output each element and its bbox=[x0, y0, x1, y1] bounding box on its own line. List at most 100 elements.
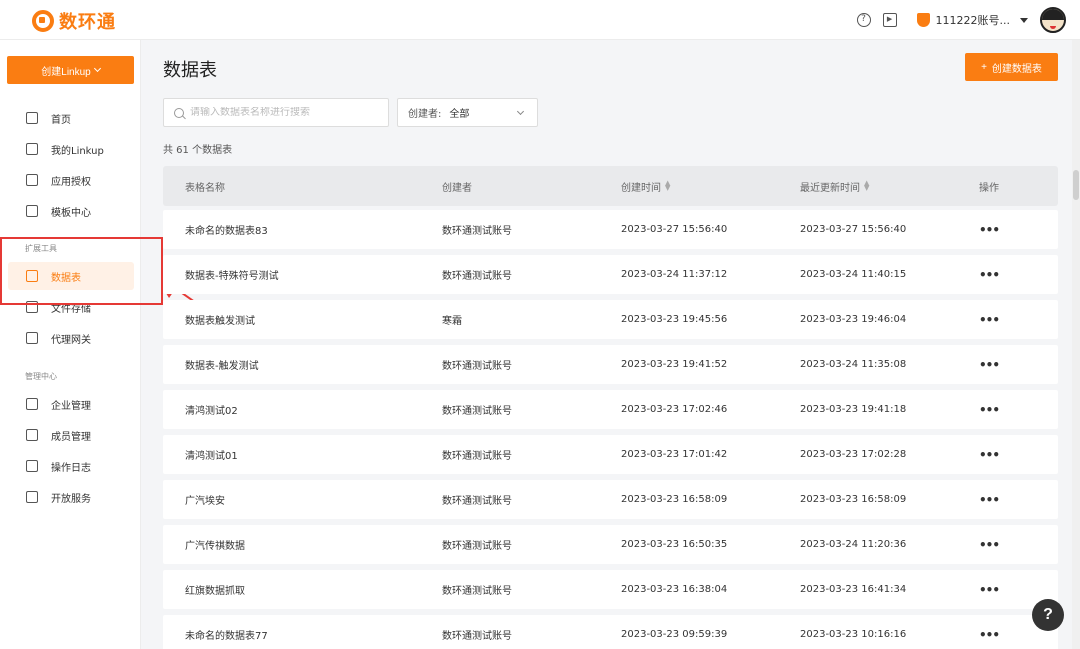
table-row[interactable]: 广汽埃安 数环通测试账号 2023-03-23 16:58:09 2023-03-23… bbox=[163, 480, 1058, 519]
scrollbar-thumb[interactable] bbox=[1073, 170, 1079, 200]
plus-icon: + bbox=[981, 61, 987, 73]
cell-updated: 2023-03-27 15:56:40 bbox=[800, 224, 907, 235]
sidebar-item-proxy-gateway[interactable]: 代理网关 bbox=[8, 324, 134, 352]
search-icon bbox=[174, 107, 184, 118]
shield-icon bbox=[916, 13, 930, 27]
more-actions-icon[interactable]: ••• bbox=[979, 300, 1000, 339]
sidebar-item-app-auth[interactable]: 应用授权 bbox=[8, 166, 134, 194]
create-datatable-label: 创建数据表 bbox=[991, 63, 1042, 75]
cell-name[interactable]: 数据表-触发测试 bbox=[185, 345, 259, 384]
more-actions-icon[interactable]: ••• bbox=[979, 480, 1000, 519]
sidebar-item-open-service[interactable]: 开放服务 bbox=[8, 483, 134, 511]
play-square-icon[interactable]: ▶ bbox=[882, 13, 897, 27]
table-row[interactable]: 数据表-特殊符号测试 数环通测试账号 2023-03-24 11:37:12 2023… bbox=[163, 255, 1058, 294]
scrollbar-track[interactable] bbox=[1072, 40, 1080, 649]
sidebar-item-members[interactable]: 成员管理 bbox=[8, 421, 134, 449]
building-icon bbox=[26, 398, 38, 410]
brand-name: 数环通 bbox=[59, 12, 116, 33]
table-row[interactable]: 数据表-触发测试 数环通测试账号 2023-03-23 19:41:52 2023-0… bbox=[163, 345, 1058, 384]
column-header-actions: 操作 bbox=[979, 182, 999, 194]
help-fab-button[interactable]: ? bbox=[1032, 599, 1064, 631]
table-row[interactable]: 清鸿测试02 数环通测试账号 2023-03-23 17:02:46 2023-03-… bbox=[163, 390, 1058, 429]
cell-created: 2023-03-23 17:02:46 bbox=[621, 404, 728, 415]
chevron-down-icon bbox=[93, 64, 101, 73]
search-box[interactable] bbox=[163, 98, 389, 127]
sidebar-item-label: 我的Linkup bbox=[51, 145, 104, 157]
sidebar-item-logs[interactable]: 操作日志 bbox=[8, 452, 134, 480]
more-actions-icon[interactable]: ••• bbox=[979, 390, 1000, 429]
share-icon bbox=[26, 491, 38, 503]
cell-created: 2023-03-27 15:56:40 bbox=[621, 224, 728, 235]
section-label-admin: 管理中心 bbox=[25, 372, 57, 381]
filter-value: 全部 bbox=[449, 109, 470, 120]
sidebar-item-label: 应用授权 bbox=[51, 176, 91, 188]
cell-updated: 2023-03-24 11:35:08 bbox=[800, 359, 907, 370]
cell-updated: 2023-03-23 16:58:09 bbox=[800, 494, 907, 505]
sidebar-item-label: 企业管理 bbox=[51, 400, 91, 412]
table-row[interactable]: 未命名的数据表83 数环通测试账号 2023-03-27 15:56:40 2023-… bbox=[163, 210, 1058, 249]
top-header: 数环通 ? ▶ 111222账号... bbox=[0, 0, 1080, 40]
more-actions-icon[interactable]: ••• bbox=[979, 345, 1000, 384]
page-title: 数据表 bbox=[163, 60, 217, 81]
cell-name[interactable]: 数据表-特殊符号测试 bbox=[185, 255, 279, 294]
help-icon: ? bbox=[1043, 606, 1053, 623]
question-circle-icon[interactable]: ? bbox=[856, 13, 871, 27]
column-header-created[interactable]: 创建时间 ▲ ▼ bbox=[621, 166, 670, 206]
cell-name[interactable]: 广汽埃安 bbox=[185, 480, 225, 519]
table-row[interactable]: 数据表触发测试 寒霜 2023-03-23 19:45:56 2023-03-23 1… bbox=[163, 300, 1058, 339]
avatar[interactable] bbox=[1040, 7, 1066, 33]
column-header-updated[interactable]: 最近更新时间 ▲ ▼ bbox=[800, 166, 869, 206]
cell-name[interactable]: 红旗数据抓取 bbox=[185, 570, 245, 609]
more-actions-icon[interactable]: ••• bbox=[979, 210, 1000, 249]
cell-created: 2023-03-23 16:38:04 bbox=[621, 584, 728, 595]
create-linkup-button[interactable]: 创建Linkup bbox=[7, 56, 134, 84]
layers-icon bbox=[26, 143, 38, 155]
more-actions-icon[interactable]: ••• bbox=[979, 255, 1000, 294]
more-actions-icon[interactable]: ••• bbox=[979, 570, 1000, 609]
sidebar-item-templates[interactable]: 模板中心 bbox=[8, 197, 134, 225]
header-actions: ? ▶ 111222账号... bbox=[856, 7, 1066, 33]
cell-name[interactable]: 未命名的数据表77 bbox=[185, 615, 268, 649]
table-row[interactable]: 广汽传祺数据 数环通测试账号 2023-03-23 16:50:35 2023-03-… bbox=[163, 525, 1058, 564]
table-row[interactable]: 清鸿测试01 数环通测试账号 2023-03-23 17:01:42 2023-03-… bbox=[163, 435, 1058, 474]
more-actions-icon[interactable]: ••• bbox=[979, 435, 1000, 474]
cell-creator: 数环通测试账号 bbox=[442, 541, 512, 552]
cell-creator: 数环通测试账号 bbox=[442, 496, 512, 507]
more-actions-icon[interactable]: ••• bbox=[979, 615, 1000, 649]
column-header-name: 表格名称 bbox=[185, 182, 225, 194]
sidebar-item-my-linkup[interactable]: 我的Linkup bbox=[8, 135, 134, 163]
table-row[interactable]: 红旗数据抓取 数环通测试账号 2023-03-23 16:38:04 2023-03-… bbox=[163, 570, 1058, 609]
cell-creator: 数环通测试账号 bbox=[442, 226, 512, 237]
cell-creator: 数环通测试账号 bbox=[442, 586, 512, 597]
creator-filter-select[interactable]: 创建者: 全部 bbox=[397, 98, 538, 127]
search-input[interactable] bbox=[190, 107, 380, 118]
account-menu[interactable]: 111222账号... bbox=[916, 12, 1028, 28]
cell-updated: 2023-03-24 11:20:36 bbox=[800, 539, 907, 550]
caret-down-icon[interactable] bbox=[1020, 17, 1028, 23]
sidebar-item-label: 首页 bbox=[51, 114, 71, 126]
sort-icon[interactable]: ▲ ▼ bbox=[864, 180, 869, 192]
cell-creator: 数环通测试账号 bbox=[442, 451, 512, 462]
cell-name[interactable]: 广汽传祺数据 bbox=[185, 525, 245, 564]
create-datatable-button[interactable]: + 创建数据表 bbox=[965, 53, 1058, 81]
table-row[interactable]: 未命名的数据表77 数环通测试账号 2023-03-23 09:59:39 2023-… bbox=[163, 615, 1058, 649]
logo-icon bbox=[32, 10, 54, 32]
cell-creator: 数环通测试账号 bbox=[442, 631, 512, 642]
annotation-highlight-box bbox=[0, 237, 163, 305]
cell-name[interactable]: 清鸿测试01 bbox=[185, 435, 238, 474]
cell-name[interactable]: 数据表触发测试 bbox=[185, 300, 255, 339]
cell-updated: 2023-03-23 19:46:04 bbox=[800, 314, 907, 325]
cell-updated: 2023-03-23 17:02:28 bbox=[800, 449, 907, 460]
sidebar-item-home[interactable]: 首页 bbox=[8, 104, 134, 132]
cell-creator: 数环通测试账号 bbox=[442, 271, 512, 282]
brand-logo[interactable]: 数环通 bbox=[32, 8, 116, 34]
gateway-icon bbox=[26, 332, 38, 344]
cell-updated: 2023-03-23 10:16:16 bbox=[800, 629, 907, 640]
cell-name[interactable]: 未命名的数据表83 bbox=[185, 210, 268, 249]
filter-label: 创建者: bbox=[408, 109, 442, 120]
more-actions-icon[interactable]: ••• bbox=[979, 525, 1000, 564]
cell-name[interactable]: 清鸿测试02 bbox=[185, 390, 238, 429]
sidebar-item-enterprise[interactable]: 企业管理 bbox=[8, 390, 134, 418]
sort-icon[interactable]: ▲ ▼ bbox=[665, 180, 670, 192]
column-header-creator: 创建者 bbox=[442, 182, 472, 194]
